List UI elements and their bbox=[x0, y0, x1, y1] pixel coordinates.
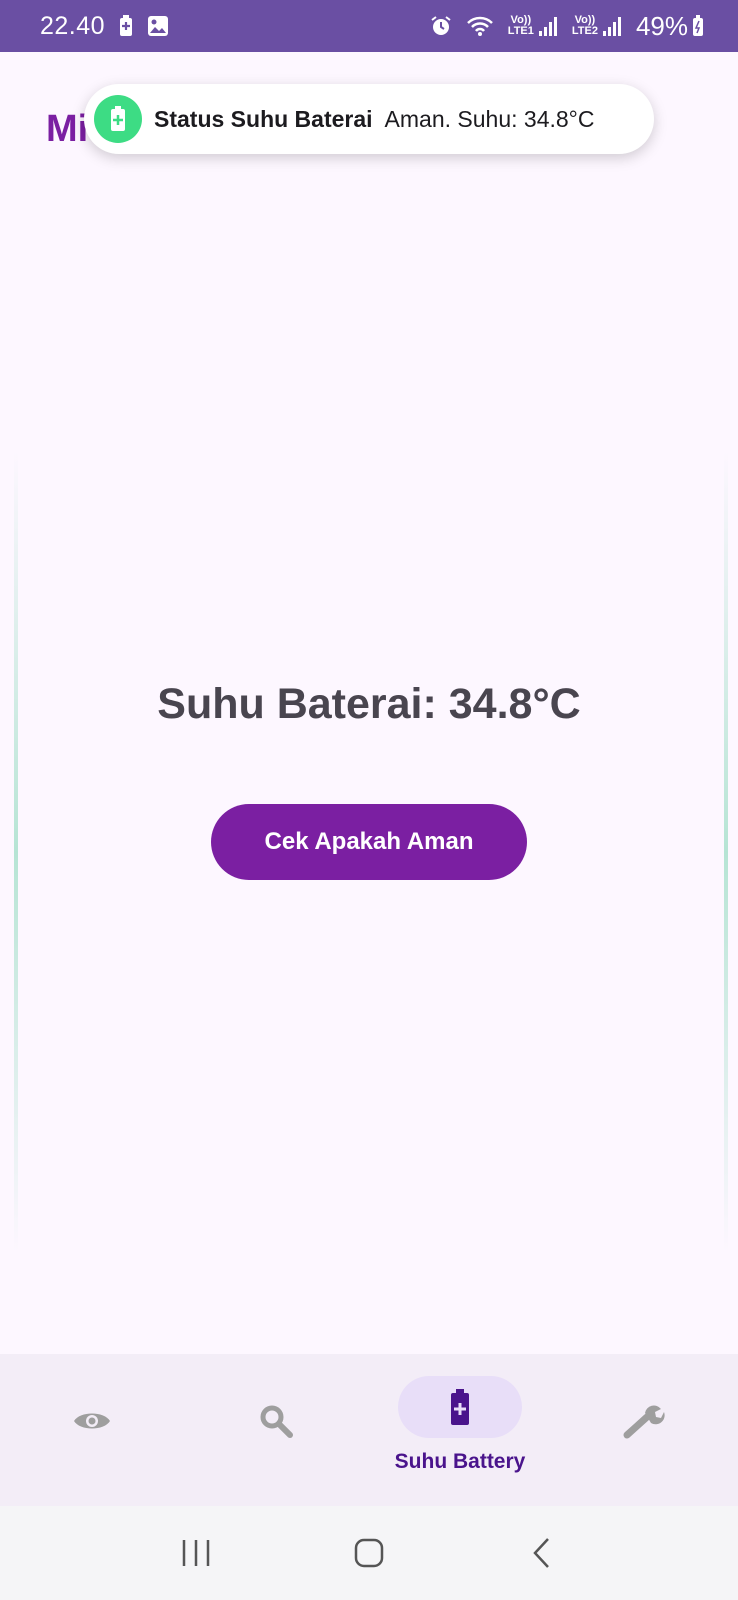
toast-message: Aman. Suhu: 34.8°C bbox=[384, 105, 595, 132]
sim1-signal-icon: Vo)) LTE1 bbox=[508, 15, 558, 37]
wrench-icon bbox=[582, 1390, 706, 1452]
bottom-navigation: Suhu Battery bbox=[0, 1354, 738, 1506]
battery-icon bbox=[94, 95, 142, 143]
home-icon bbox=[354, 1538, 384, 1568]
toast-notification[interactable]: Status Suhu Baterai Aman. Suhu: 34.8°C bbox=[84, 84, 654, 154]
back-icon bbox=[532, 1538, 549, 1568]
search-icon bbox=[214, 1390, 338, 1452]
nav-item-battery[interactable]: Suhu Battery bbox=[368, 1354, 552, 1506]
home-button[interactable] bbox=[339, 1523, 399, 1583]
edge-glow-left bbox=[14, 452, 18, 1252]
status-bar-right: Vo)) LTE1 Vo)) LTE2 49% bbox=[430, 11, 704, 42]
wifi-icon bbox=[466, 15, 494, 37]
sim2-lte-label: LTE2 bbox=[571, 25, 598, 37]
nav-item-eye[interactable] bbox=[0, 1354, 184, 1506]
nav-item-wrench[interactable] bbox=[552, 1354, 736, 1506]
toast-title: Status Suhu Baterai bbox=[154, 105, 373, 132]
nav-item-search[interactable] bbox=[184, 1354, 368, 1506]
sim1-lte-label: LTE1 bbox=[507, 25, 534, 37]
recents-icon bbox=[183, 1540, 210, 1566]
battery-temperature-text: Suhu Baterai: 34.8°C bbox=[157, 680, 581, 728]
back-button[interactable] bbox=[512, 1523, 572, 1583]
battery-saver-icon bbox=[119, 15, 133, 37]
status-bar-left: 22.40 bbox=[40, 12, 169, 41]
edge-glow-right bbox=[724, 452, 728, 1252]
sim2-signal-icon: Vo)) LTE2 bbox=[572, 15, 622, 37]
battery-icon bbox=[398, 1376, 522, 1438]
app-title: Mi bbox=[46, 108, 89, 150]
app-body: Mi Status Suhu Baterai Aman. Suhu: 34.8°… bbox=[0, 52, 738, 1354]
battery-icon bbox=[692, 15, 704, 37]
status-time: 22.40 bbox=[40, 11, 106, 40]
alarm-icon bbox=[430, 15, 452, 37]
gallery-icon bbox=[147, 15, 169, 37]
status-bar: 22.40 Vo)) LTE1 Vo)) LTE2 49% bbox=[0, 0, 738, 52]
check-safe-button[interactable]: Cek Apakah Aman bbox=[211, 804, 527, 880]
battery-percent: 49% bbox=[635, 10, 688, 41]
eye-icon bbox=[30, 1390, 154, 1452]
system-navigation-bar bbox=[0, 1506, 738, 1600]
recents-button[interactable] bbox=[166, 1523, 226, 1583]
nav-label-battery: Suhu Battery bbox=[394, 1450, 526, 1473]
